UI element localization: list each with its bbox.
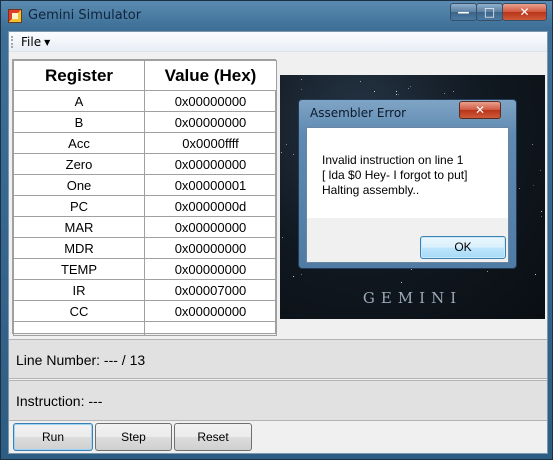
line-number-label: Line Number: --- / 13	[16, 352, 146, 368]
star	[540, 170, 541, 171]
table-row-empty[interactable]	[13, 321, 277, 336]
table-row[interactable]: Acc 0x0000ffff	[13, 132, 277, 154]
register-name-cell[interactable]: One	[13, 174, 145, 196]
table-row[interactable]: B 0x00000000	[13, 111, 277, 133]
register-name-cell[interactable]: Acc	[13, 132, 145, 154]
table-row[interactable]: PC 0x0000000d	[13, 195, 277, 217]
window-title: Gemini Simulator	[28, 8, 142, 23]
table-row[interactable]: A 0x00000000	[13, 90, 277, 112]
table-row[interactable]: TEMP 0x00000000	[13, 258, 277, 280]
dropdown-arrow-icon: ▼	[44, 38, 51, 47]
register-value-cell[interactable]: 0x00000000	[144, 90, 277, 112]
reset-button[interactable]: Reset	[174, 423, 252, 451]
star	[444, 93, 445, 94]
app-icon[interactable]	[8, 9, 22, 23]
star	[401, 282, 402, 283]
register-value-cell[interactable]: 0x0000000d	[144, 195, 277, 217]
star	[487, 271, 488, 272]
column-header-value[interactable]: Value (Hex)	[144, 60, 277, 91]
register-name-cell[interactable]: B	[13, 111, 145, 133]
menu-file-label: File	[21, 35, 42, 49]
register-name-cell[interactable]: CC	[13, 300, 145, 322]
instruction-label: Instruction: ---	[16, 393, 103, 409]
column-header-register[interactable]: Register	[13, 60, 145, 91]
register-table[interactable]: Register Value (Hex) A 0x00000000 B 0x00000…	[12, 59, 277, 336]
table-row[interactable]: CC 0x00000000	[13, 300, 277, 322]
dialog-body: Invalid instruction on line 1 [ lda $0 H…	[306, 127, 509, 263]
table-row[interactable]: MAR 0x00000000	[13, 216, 277, 238]
dialog-ok-button[interactable]: OK	[420, 236, 506, 259]
register-value-cell[interactable]: 0x00000000	[144, 216, 277, 238]
star	[282, 237, 283, 238]
register-name-cell[interactable]: PC	[13, 195, 145, 217]
menu-grip-icon	[11, 36, 13, 48]
table-row[interactable]: One 0x00000001	[13, 174, 277, 196]
register-name-cell[interactable]: Zero	[13, 153, 145, 175]
main-window: Gemini Simulator — □ ✕ File ▼ Register Va…	[0, 0, 553, 460]
gemini-logo-text: GEMINI	[362, 289, 463, 307]
line-number-panel: Line Number: --- / 13	[9, 339, 547, 379]
register-name-cell[interactable]: MAR	[13, 216, 145, 238]
star	[535, 274, 536, 275]
dialog-message-area: Invalid instruction on line 1 [ lda $0 H…	[307, 128, 508, 218]
star	[396, 94, 397, 95]
register-name-cell[interactable]: TEMP	[13, 258, 145, 280]
star	[541, 216, 542, 217]
star	[533, 185, 534, 186]
dialog-close-button[interactable]: ✕	[459, 101, 501, 119]
star	[396, 91, 397, 92]
maximize-button[interactable]: □	[476, 3, 503, 21]
register-name-cell[interactable]: A	[13, 90, 145, 112]
star	[286, 144, 287, 145]
run-button[interactable]: Run	[13, 423, 93, 451]
dialog-title: Assembler Error	[310, 106, 407, 120]
star	[408, 88, 409, 89]
star	[519, 188, 520, 189]
step-button[interactable]: Step	[95, 423, 172, 451]
register-name-cell[interactable]: MDR	[13, 237, 145, 259]
title-bar[interactable]: Gemini Simulator — □ ✕	[1, 1, 552, 31]
star	[398, 94, 399, 95]
instruction-panel: Instruction: ---	[9, 380, 547, 421]
minimize-button[interactable]: —	[450, 3, 477, 21]
star	[360, 81, 361, 82]
register-value-cell[interactable]: 0x00007000	[144, 279, 277, 301]
table-row[interactable]: MDR 0x00000000	[13, 237, 277, 259]
star	[293, 154, 294, 155]
star	[532, 144, 533, 145]
star	[301, 89, 302, 90]
table-row[interactable]: IR 0x00007000	[13, 279, 277, 301]
register-value-cell[interactable]: 0x00000001	[144, 174, 277, 196]
dialog-message-line: Halting assembly..	[322, 183, 420, 197]
register-value-cell[interactable]: 0x0000ffff	[144, 132, 277, 154]
star	[301, 79, 302, 80]
star	[453, 91, 454, 92]
star	[541, 211, 542, 212]
star	[411, 269, 412, 270]
empty-cell[interactable]	[144, 321, 277, 336]
star	[301, 274, 302, 275]
menu-file[interactable]: File ▼	[15, 34, 56, 50]
star	[281, 152, 282, 153]
register-value-cell[interactable]: 0x00000000	[144, 111, 277, 133]
table-row[interactable]: Zero 0x00000000	[13, 153, 277, 175]
star	[410, 86, 411, 87]
menu-bar: File ▼	[9, 32, 547, 52]
empty-cell[interactable]	[13, 321, 145, 336]
star	[374, 91, 375, 92]
dialog-message: Invalid instruction on line 1 [ lda $0 H…	[322, 153, 504, 198]
register-value-cell[interactable]: 0x00000000	[144, 258, 277, 280]
register-value-cell[interactable]: 0x00000000	[144, 237, 277, 259]
register-value-cell[interactable]: 0x00000000	[144, 300, 277, 322]
register-value-cell[interactable]: 0x00000000	[144, 153, 277, 175]
close-button[interactable]: ✕	[502, 3, 547, 21]
dialog-message-line: Invalid instruction on line 1	[322, 153, 464, 167]
dialog-message-line: [ lda $0 Hey- I forgot to put]	[322, 168, 468, 182]
star	[293, 276, 294, 277]
assembler-error-dialog: Assembler Error ✕ Invalid instruction on…	[298, 99, 517, 269]
register-name-cell[interactable]: IR	[13, 279, 145, 301]
